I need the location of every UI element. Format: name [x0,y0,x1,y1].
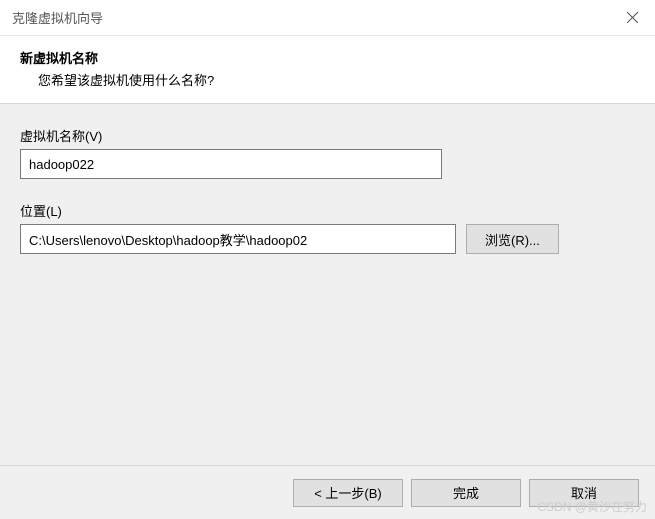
vm-name-label: 虚拟机名称(V) [20,126,635,145]
page-title: 新虚拟机名称 [20,48,635,67]
titlebar: 克隆虚拟机向导 [0,0,655,36]
page-description: 您希望该虚拟机使用什么名称? [20,70,635,89]
cancel-button[interactable]: 取消 [529,479,639,507]
close-button[interactable] [609,0,655,36]
finish-button[interactable]: 完成 [411,479,521,507]
vm-name-input[interactable] [20,149,442,179]
location-input[interactable] [20,224,456,254]
dialog-content: 虚拟机名称(V) 位置(L) 浏览(R)... [0,103,655,475]
location-group: 位置(L) 浏览(R)... [20,201,635,254]
close-icon [627,12,638,23]
location-label: 位置(L) [20,201,635,220]
dialog-footer: < 上一步(B) 完成 取消 [0,465,655,519]
back-button[interactable]: < 上一步(B) [293,479,403,507]
window-title: 克隆虚拟机向导 [12,8,103,27]
browse-button[interactable]: 浏览(R)... [466,224,559,254]
dialog-header: 新虚拟机名称 您希望该虚拟机使用什么名称? [0,36,655,103]
vm-name-group: 虚拟机名称(V) [20,126,635,179]
